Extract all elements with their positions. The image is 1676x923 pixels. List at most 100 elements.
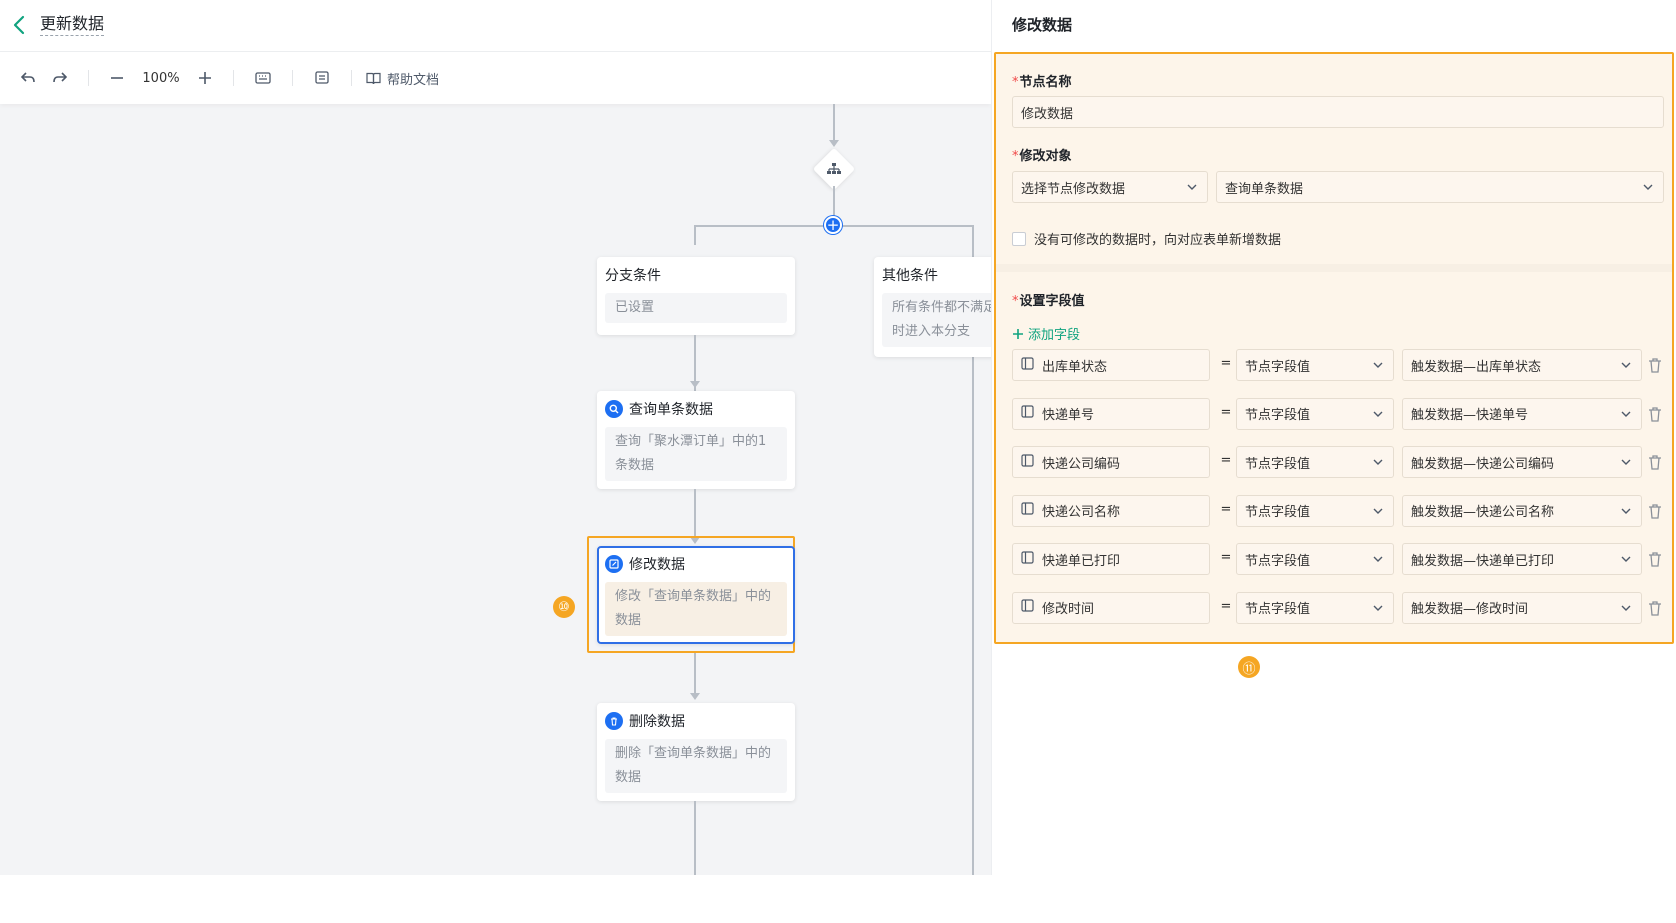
chevron-down-icon — [1371, 358, 1385, 372]
select-value: 触发数据—快递单已打印 — [1411, 553, 1555, 569]
delete-field-icon[interactable] — [1648, 600, 1662, 616]
node-title-text: 删除数据 — [629, 714, 685, 730]
equals-sign: = — [1220, 356, 1232, 371]
field-row: 快递单已打印 = 节点字段值 触发数据—快递单已打印 — [1012, 543, 1662, 575]
select-value: 触发数据—修改时间 — [1411, 602, 1529, 617]
select-value: 节点字段值 — [1245, 456, 1311, 472]
chevron-down-icon — [1619, 455, 1633, 469]
redo-icon[interactable] — [46, 64, 74, 92]
delete-field-icon[interactable] — [1648, 503, 1662, 519]
minimap-icon[interactable] — [307, 64, 337, 92]
book-icon — [366, 72, 381, 84]
zoom-out-icon[interactable] — [103, 64, 131, 92]
chevron-down-icon — [1371, 407, 1385, 421]
node-name-input[interactable]: 修改数据 — [1012, 96, 1664, 128]
flow-editor: 更新数据 100% 帮助文档 + 分支条件 已设置 其他条件 所有条件都不满足时… — [0, 0, 991, 875]
field-value-select[interactable]: 触发数据—快递公司名称 — [1402, 494, 1642, 527]
page-title[interactable]: 更新数据 — [40, 14, 105, 36]
field-name-box[interactable]: 快递单号 — [1012, 397, 1210, 430]
target-label: *修改对象 — [1012, 149, 1072, 164]
value-type-select[interactable]: 节点字段值 — [1236, 397, 1394, 430]
select-value: 节点字段值 — [1245, 408, 1311, 423]
chevron-down-icon — [1371, 504, 1385, 518]
connector-arrow — [690, 693, 700, 700]
select-value: 选择节点修改数据 — [1021, 181, 1126, 197]
chevron-down-icon — [1371, 455, 1385, 469]
branch-condition-node[interactable]: 分支条件 已设置 — [597, 257, 795, 335]
undo-icon[interactable] — [14, 64, 42, 92]
field-value-select[interactable]: 触发数据—快递单号 — [1402, 397, 1642, 430]
field-name-box[interactable]: 出库单状态 — [1012, 349, 1210, 381]
equals-sign: = — [1220, 501, 1232, 517]
equals-sign: = — [1220, 550, 1232, 565]
other-condition-node[interactable]: 其他条件 所有条件都不满足时进入本分支 — [874, 257, 991, 357]
select-value: 触发数据—出库单状态 — [1411, 359, 1542, 375]
value-type-select[interactable]: 节点字段值 — [1236, 446, 1394, 478]
help-docs-button[interactable]: 帮助文档 — [366, 64, 439, 92]
field-type-icon — [1021, 550, 1034, 568]
field-name-box[interactable]: 快递公司名称 — [1012, 494, 1210, 527]
toolbar-divider — [351, 70, 352, 86]
branch-line-left — [694, 225, 696, 245]
value-type-select[interactable]: 节点字段值 — [1236, 494, 1394, 527]
value-type-select[interactable]: 节点字段值 — [1236, 349, 1394, 381]
target-mode-select[interactable]: 选择节点修改数据 — [1012, 171, 1208, 203]
field-type-icon — [1021, 453, 1034, 471]
canvas-toolbar: 100% 帮助文档 — [0, 52, 991, 104]
app: 更新数据 100% 帮助文档 + 分支条件 已设置 其他条件 所有条件都不满足时… — [0, 0, 1676, 875]
chevron-down-icon — [1619, 601, 1633, 615]
selected-border — [597, 546, 795, 644]
add-branch-icon[interactable]: + — [824, 216, 842, 234]
zoom-in-icon[interactable] — [191, 64, 219, 92]
delete-field-icon[interactable] — [1648, 454, 1662, 470]
flow-canvas[interactable]: + 分支条件 已设置 其他条件 所有条件都不满足时进入本分支 查询单条数据 查询… — [0, 104, 991, 875]
field-name-box[interactable]: 快递公司编码 — [1012, 446, 1210, 478]
step-badge: ⑩ — [553, 596, 575, 618]
back-arrow-icon[interactable] — [8, 12, 30, 38]
equals-sign: = — [1220, 404, 1232, 420]
field-row: 快递公司编码 = 节点字段值 触发数据—快递公司编码 — [1012, 446, 1662, 478]
fields-label: *设置字段值 — [1012, 294, 1085, 309]
select-value: 触发数据—快递单号 — [1411, 408, 1529, 423]
equals-sign: = — [1220, 453, 1232, 468]
add-field-button[interactable]: 添加字段 — [1012, 324, 1080, 343]
add-new-data-checkbox[interactable] — [1012, 231, 1026, 246]
keyboard-icon[interactable] — [248, 64, 278, 92]
field-value-select[interactable]: 触发数据—快递单已打印 — [1402, 543, 1642, 575]
value-type-select[interactable]: 节点字段值 — [1236, 543, 1394, 575]
field-name-box[interactable]: 修改时间 — [1012, 591, 1210, 624]
field-row: 修改时间 = 节点字段值 触发数据—修改时间 — [1012, 591, 1662, 624]
select-value: 查询单条数据 — [1225, 181, 1304, 197]
value-type-select[interactable]: 节点字段值 — [1236, 591, 1394, 624]
select-value: 节点字段值 — [1245, 602, 1311, 617]
properties-panel: 修改数据 *节点名称 修改数据 *修改对象 选择节点修改数据 查询单条数据 没有… — [991, 0, 1676, 875]
field-value-select[interactable]: 触发数据—出库单状态 — [1402, 349, 1642, 381]
zoom-level: 100% — [142, 70, 180, 86]
delete-data-node[interactable]: 删除数据 删除「查询单条数据」中的数据 — [597, 703, 795, 801]
field-value-select[interactable]: 触发数据—修改时间 — [1402, 591, 1642, 624]
delete-field-icon[interactable] — [1648, 357, 1662, 373]
field-name: 修改时间 — [1042, 602, 1095, 617]
node-title: 分支条件 — [605, 268, 661, 284]
target-node-select[interactable]: 查询单条数据 — [1216, 171, 1664, 203]
field-row: 快递单号 = 节点字段值 触发数据—快递单号 — [1012, 397, 1662, 430]
select-value: 触发数据—快递公司编码 — [1411, 456, 1555, 472]
select-value: 节点字段值 — [1245, 505, 1311, 520]
connector — [833, 104, 835, 142]
equals-sign: = — [1220, 598, 1232, 614]
chevron-down-icon — [1641, 180, 1655, 194]
plus-icon — [1013, 328, 1023, 339]
toolbar-divider — [88, 70, 89, 86]
delete-field-icon[interactable] — [1648, 551, 1662, 567]
chevron-down-icon — [1619, 407, 1633, 421]
query-single-data-node[interactable]: 查询单条数据 查询「聚水潭订单」中的1条数据 — [597, 391, 795, 489]
section-divider — [996, 264, 1672, 272]
field-value-select[interactable]: 触发数据—快递公司编码 — [1402, 446, 1642, 478]
chevron-down-icon — [1619, 358, 1633, 372]
delete-field-icon[interactable] — [1648, 406, 1662, 422]
field-name: 快递单号 — [1042, 408, 1095, 423]
add-new-data-option: 没有可修改的数据时，向对应表单新增数据 — [1012, 229, 1281, 248]
field-name-box[interactable]: 快递单已打印 — [1012, 543, 1210, 575]
toolbar-divider — [233, 70, 234, 86]
field-name: 快递公司名称 — [1042, 505, 1121, 520]
